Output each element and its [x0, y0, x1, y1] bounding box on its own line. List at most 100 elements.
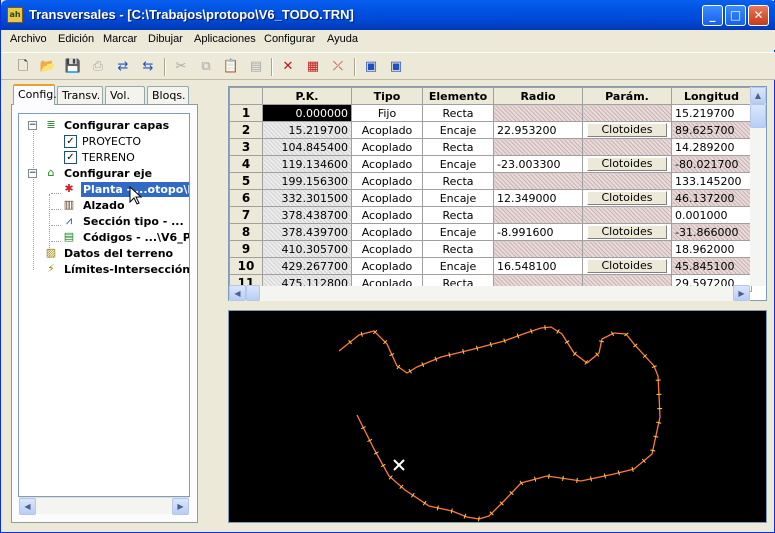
pk-cell[interactable]: 15.219700: [262, 121, 352, 139]
radio-cell[interactable]: -8.991600: [493, 223, 583, 241]
cross-tool-icon[interactable]: ✕: [278, 57, 298, 77]
tab-transv[interactable]: Transv.: [57, 86, 103, 104]
pk-cell[interactable]: 332.301500: [262, 189, 352, 207]
elemento-cell[interactable]: Recta: [422, 206, 494, 224]
elemento-cell[interactable]: Encaje: [422, 121, 494, 139]
scroll-thumb[interactable]: [750, 104, 766, 128]
param-cell[interactable]: [582, 138, 672, 156]
longitud-cell[interactable]: 15.219700: [671, 104, 752, 122]
table-row[interactable]: 5 199.156300 Acoplado Recta 133.145200: [229, 172, 752, 190]
tipo-cell[interactable]: Acoplado: [351, 189, 423, 207]
table-row[interactable]: 6 332.301500 Acoplado Encaje 12.349000 Clotoi…: [229, 189, 752, 207]
table-row[interactable]: 8 378.439700 Acoplado Encaje -8.991600 Clotoi…: [229, 223, 752, 241]
column-header[interactable]: Elemento: [422, 87, 494, 105]
tree-item-terreno[interactable]: TERRENO: [82, 150, 135, 165]
paste-special-icon[interactable]: ▤: [246, 57, 266, 77]
param-cell[interactable]: [582, 104, 672, 122]
table-row[interactable]: 3 104.845400 Acoplado Recta 14.289200: [229, 138, 752, 156]
paste-icon[interactable]: 📋: [221, 57, 241, 77]
cut-icon[interactable]: ✂: [171, 57, 191, 77]
grid-horizontal-scrollbar[interactable]: ◀ ▶: [229, 285, 750, 301]
calc-export-icon[interactable]: ▣: [386, 57, 406, 77]
radio-cell[interactable]: [493, 240, 583, 258]
table-row[interactable]: 2 15.219700 Acoplado Encaje 22.953200 Clotoid…: [229, 121, 752, 139]
longitud-cell[interactable]: 45.845100: [671, 257, 752, 275]
param-cell[interactable]: Clotoides: [582, 189, 672, 207]
longitud-cell[interactable]: -80.021700: [671, 155, 752, 173]
clotoides-button[interactable]: Clotoides: [587, 259, 667, 273]
scroll-right-icon[interactable]: ▶: [172, 498, 189, 515]
radio-cell[interactable]: [493, 104, 583, 122]
export-icon[interactable]: ⇄: [113, 57, 133, 77]
menu-ayuda[interactable]: Ayuda: [327, 33, 358, 45]
column-header[interactable]: Parám.: [582, 87, 672, 105]
pk-cell[interactable]: 104.845400: [262, 138, 352, 156]
tab-bloqs[interactable]: Bloqs.: [147, 86, 189, 104]
tipo-cell[interactable]: Acoplado: [351, 240, 423, 258]
open-folder-icon[interactable]: 📂: [38, 57, 58, 77]
radio-cell[interactable]: 12.349000: [493, 189, 583, 207]
copy-icon[interactable]: ⧉: [196, 57, 216, 77]
column-header[interactable]: [229, 87, 263, 105]
menu-aplicaciones[interactable]: Aplicaciones: [194, 33, 256, 45]
tab-config[interactable]: Config.: [13, 84, 57, 105]
table-row[interactable]: 9 410.305700 Acoplado Recta 18.962000: [229, 240, 752, 258]
tipo-cell[interactable]: Acoplado: [351, 172, 423, 190]
menu-dibujar[interactable]: Dibujar: [148, 33, 183, 45]
elemento-cell[interactable]: Recta: [422, 172, 494, 190]
tree-item-codigos[interactable]: Códigos - ...\V6_P: [83, 230, 189, 245]
scroll-thumb[interactable]: [246, 285, 260, 301]
elemento-cell[interactable]: Encaje: [422, 223, 494, 241]
collapse-capas-icon[interactable]: −: [28, 121, 37, 130]
pk-cell[interactable]: 429.267700: [262, 257, 352, 275]
radio-cell[interactable]: [493, 172, 583, 190]
new-file-icon[interactable]: 🗋: [13, 57, 33, 77]
import-icon[interactable]: ⇆: [138, 57, 158, 77]
tipo-cell[interactable]: Acoplado: [351, 121, 423, 139]
table-row[interactable]: 4 119.134600 Acoplado Encaje -23.003300 Cloto…: [229, 155, 752, 173]
save-icon[interactable]: 💾: [63, 57, 83, 77]
tipo-cell[interactable]: Acoplado: [351, 155, 423, 173]
tipo-cell[interactable]: Acoplado: [351, 257, 423, 275]
column-header[interactable]: Tipo: [351, 87, 423, 105]
longitud-cell[interactable]: -31.866000: [671, 223, 752, 241]
alignment-table[interactable]: P.K. Tipo Elemento Radio Parám. Longitud 1 0.0…: [228, 86, 767, 301]
clotoides-button[interactable]: Clotoides: [587, 123, 667, 137]
table-row[interactable]: 7 378.438700 Acoplado Recta 0.001000: [229, 206, 752, 224]
proyecto-checkbox[interactable]: ✓: [64, 135, 77, 148]
menu-marcar[interactable]: Marcar: [103, 33, 137, 45]
tipo-cell[interactable]: Acoplado: [351, 223, 423, 241]
tree-item-configurar-capas[interactable]: Configurar capas: [64, 118, 169, 133]
menu-archivo[interactable]: Archivo: [10, 33, 47, 45]
scroll-left-icon[interactable]: ◀: [19, 498, 36, 515]
pk-cell[interactable]: 199.156300: [262, 172, 352, 190]
column-header[interactable]: Longitud: [671, 87, 752, 105]
table-row[interactable]: 1 0.000000 Fijo Recta 15.219700: [229, 104, 752, 122]
param-cell[interactable]: [582, 206, 672, 224]
tree-item-limites[interactable]: Límites-Intersección: [64, 262, 189, 277]
radio-cell[interactable]: [493, 138, 583, 156]
column-header[interactable]: P.K.: [262, 87, 352, 105]
tipo-cell[interactable]: Acoplado: [351, 206, 423, 224]
clotoides-button[interactable]: Clotoides: [587, 191, 667, 205]
tab-vol[interactable]: Vol.: [105, 86, 145, 104]
maximize-button[interactable]: □: [725, 5, 746, 26]
menu-configurar[interactable]: Configurar: [264, 33, 315, 45]
menu-edicion[interactable]: Edición: [58, 33, 94, 45]
elemento-cell[interactable]: Recta: [422, 104, 494, 122]
table-tool-icon[interactable]: ▦: [303, 57, 323, 77]
param-cell[interactable]: [582, 172, 672, 190]
param-cell[interactable]: Clotoides: [582, 155, 672, 173]
terreno-checkbox[interactable]: ✓: [64, 151, 77, 164]
title-bar[interactable]: ah Transversales - [C:\Trabajos\protopo\…: [1, 0, 775, 30]
minimize-button[interactable]: _: [702, 5, 723, 26]
calc-icon[interactable]: ▣: [361, 57, 381, 77]
longitud-cell[interactable]: 14.289200: [671, 138, 752, 156]
pk-cell[interactable]: 410.305700: [262, 240, 352, 258]
scroll-up-icon[interactable]: ▲: [750, 87, 766, 104]
pk-cell[interactable]: 0.000000: [262, 104, 352, 122]
param-cell[interactable]: Clotoides: [582, 121, 672, 139]
elemento-cell[interactable]: Recta: [422, 240, 494, 258]
elemento-cell[interactable]: Encaje: [422, 155, 494, 173]
param-cell[interactable]: Clotoides: [582, 257, 672, 275]
